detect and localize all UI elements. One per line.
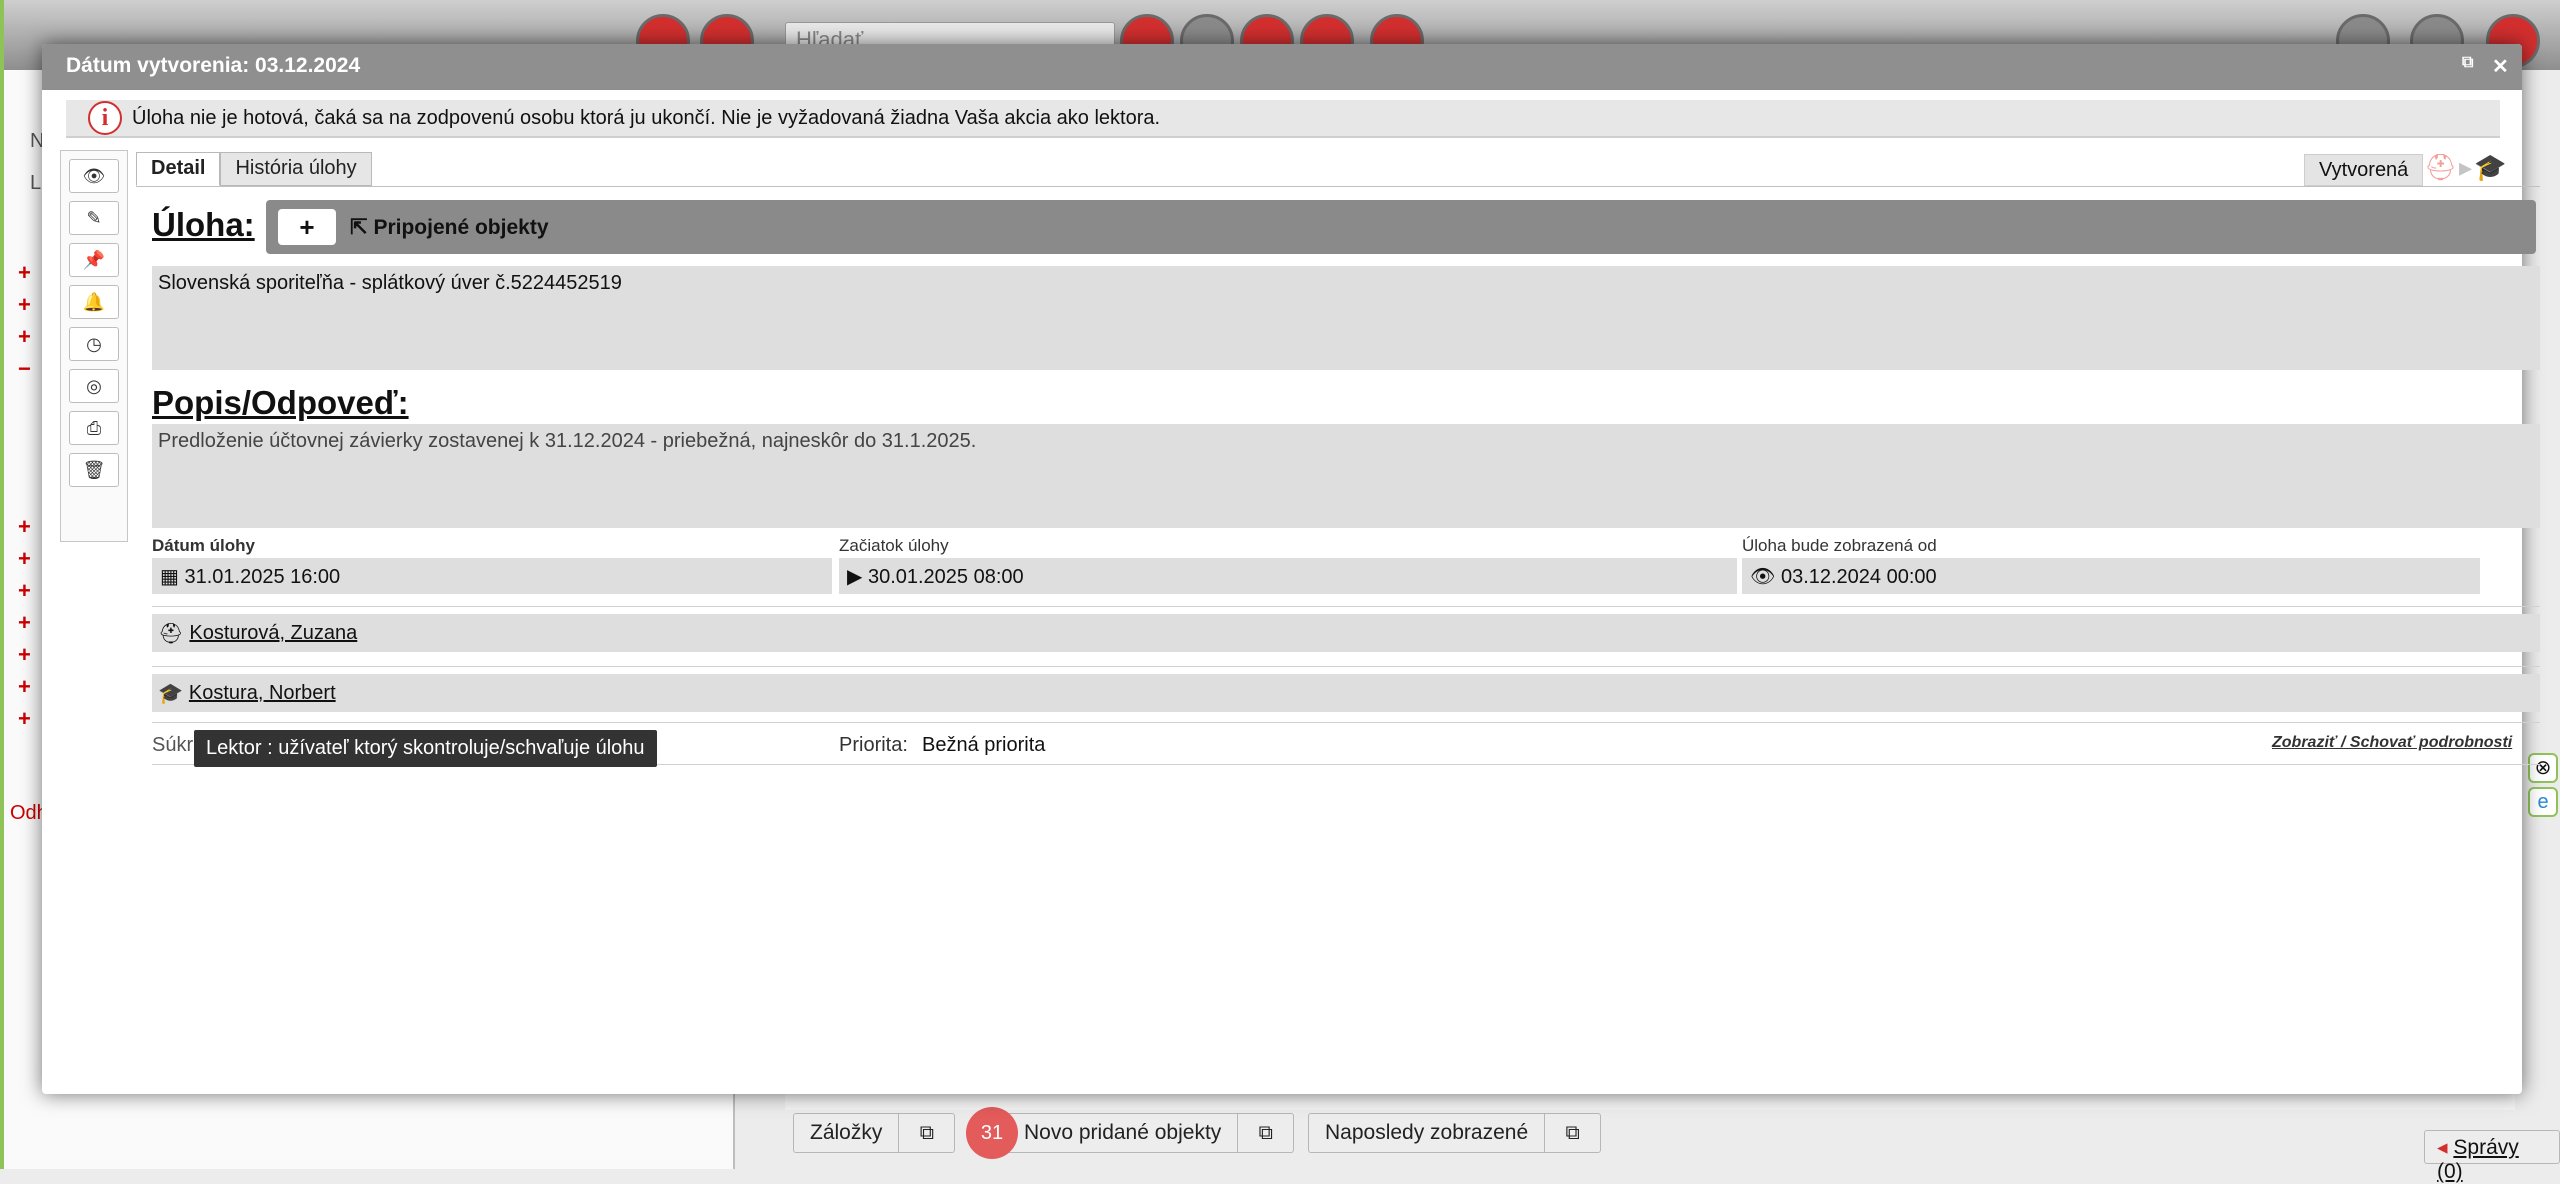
visible-from-value: 03.12.2024 00:00 — [1780, 566, 1937, 588]
description-text: Predloženie účtovnej závierky zostavenej… — [158, 430, 977, 452]
divider — [152, 606, 2540, 607]
divider — [152, 722, 2540, 723]
close-circle-icon[interactable]: ⊗ — [2528, 753, 2558, 783]
expand-icon[interactable]: + — [18, 706, 31, 732]
modal-title: Dátum vytvorenia: 03.12.2024 — [66, 54, 361, 77]
attached-objects-label: Pripojené objekty — [373, 215, 549, 239]
visible-from-label: Úloha bude zobrazená od — [1742, 536, 1937, 555]
task-text[interactable]: Slovenská sporiteľňa - splátkový úver č.… — [152, 266, 2540, 370]
edit-button[interactable]: ✎ — [69, 201, 119, 235]
eye-icon: 👁 — [82, 165, 106, 186]
eye-slash-icon: ◎ — [86, 375, 102, 396]
arrow-left-icon: ◂ — [2437, 1136, 2448, 1159]
status-badge[interactable]: Vytvorená — [2304, 154, 2424, 186]
arrow-right-icon: ▸ — [2459, 152, 2475, 182]
left-accent — [0, 0, 4, 1169]
task-date-field[interactable]: ▦ 31.01.2025 16:00 — [152, 558, 832, 594]
new-objects-label: Novo pridané objekty — [1024, 1121, 1222, 1144]
messages-button[interactable]: ◂ Správy (0) — [2424, 1130, 2560, 1183]
graduation-cap-icon: 🎓 — [158, 682, 183, 705]
task-date-label: Dátum úlohy — [152, 536, 255, 555]
close-icon[interactable]: ✕ — [2492, 54, 2509, 79]
restore-window-icon[interactable]: ⧉ — [2462, 54, 2473, 72]
graduation-cap-icon: 🎓 — [2474, 152, 2509, 182]
new-objects-tab[interactable]: Novo pridané objekty ⧉ — [990, 1113, 1295, 1153]
expand-icon[interactable]: + — [18, 546, 31, 572]
time-button[interactable]: ◷ — [69, 327, 119, 361]
print-button[interactable]: ⎙ — [69, 411, 119, 445]
expand-icon[interactable]: + — [18, 260, 31, 286]
hide-button[interactable]: ◎ — [69, 369, 119, 403]
printer-icon: ⎙ — [86, 417, 102, 438]
edit-icon: ✎ — [86, 207, 102, 228]
expand-icon[interactable]: + — [18, 324, 31, 350]
attached-objects-button[interactable]: ⇱ Pripojené objekty — [350, 215, 549, 240]
worker-icon: ⛑ — [2424, 152, 2460, 182]
new-objects-count-badge: 31 — [966, 1107, 1018, 1159]
external-link-icon: ⇱ — [350, 215, 368, 239]
collapse-icon[interactable]: − — [18, 356, 31, 382]
restore-window-icon[interactable]: ⧉ — [1237, 1114, 1293, 1152]
lector-person-link[interactable]: Kostura, Norbert — [189, 682, 336, 705]
clock-icon: ◷ — [86, 333, 102, 354]
expand-icon[interactable]: + — [18, 514, 31, 540]
description-heading: Popis/Odpoveď: — [152, 384, 409, 421]
left-letter: L — [30, 172, 42, 194]
bookmarks-tab[interactable]: Záložky ⧉ — [793, 1113, 956, 1153]
task-heading: Úloha: — [152, 206, 255, 243]
info-message: Úloha nie je hotová, čaká sa na zodpoven… — [132, 106, 1161, 129]
calendar-icon: ▦ — [160, 566, 179, 588]
priority-label: Priorita: — [839, 734, 908, 756]
start-value: 30.01.2025 08:00 — [867, 566, 1024, 588]
visible-from-field[interactable]: 👁 03.12.2024 00:00 — [1742, 558, 2480, 594]
bell-icon: 🔔 — [82, 291, 106, 312]
attached-objects-bar: + ⇱ Pripojené objekty — [266, 200, 2536, 254]
reminder-button[interactable]: 🔔 — [69, 285, 119, 319]
trash-icon: 🗑 — [82, 459, 106, 480]
modal-titlebar: Dátum vytvorenia: 03.12.2024 ⧉ ✕ — [42, 44, 2522, 90]
expand-icon[interactable]: + — [18, 610, 31, 636]
divider — [152, 666, 2540, 667]
task-detail-modal: Dátum vytvorenia: 03.12.2024 ⧉ ✕ i Úloha… — [42, 44, 2540, 1094]
lector-person-row: 🎓 Kostura, Norbert — [152, 674, 2540, 712]
private-label: Súkr — [152, 734, 194, 756]
eye-icon: 👁 — [1750, 566, 1776, 588]
worker-icon: ⛑ — [158, 622, 184, 645]
expand-icon[interactable]: + — [18, 674, 31, 700]
lector-tooltip: Lektor : užívateľ ktorý skontroluje/schv… — [194, 730, 657, 767]
task-date-value: 31.01.2025 16:00 — [184, 566, 341, 588]
tab-detail[interactable]: Detail — [136, 152, 221, 186]
tab-history[interactable]: História úlohy — [220, 152, 372, 186]
action-toolbar: 👁 ✎ 📌 🔔 ◷ ◎ ⎙ 🗑 — [60, 150, 128, 542]
workflow-status-icons: ⛑▸🎓 — [2424, 152, 2508, 183]
recent-label: Naposledy zobrazené — [1325, 1121, 1529, 1144]
expand-icon[interactable]: + — [18, 642, 31, 668]
modal-tabs: Detail História úlohy — [136, 152, 372, 186]
pin-button[interactable]: 📌 — [69, 243, 119, 277]
restore-window-icon[interactable]: ⧉ — [898, 1114, 954, 1152]
responsible-person-row: ⛑ Kosturová, Zuzana — [152, 614, 2540, 652]
expand-icon[interactable]: + — [18, 578, 31, 604]
description-field[interactable]: Predloženie účtovnej závierky zostavenej… — [152, 424, 2540, 528]
tabs-divider — [136, 186, 2540, 187]
play-icon: ▶ — [847, 566, 863, 588]
info-message-bar: i Úloha nie je hotová, čaká sa na zodpov… — [66, 100, 2500, 138]
messages-label: Správy (0) — [2437, 1136, 2519, 1183]
start-label: Začiatok úlohy — [839, 536, 949, 555]
priority-value[interactable]: Bežná priorita — [922, 734, 1045, 757]
start-field[interactable]: ▶ 30.01.2025 08:00 — [839, 558, 1737, 594]
bookmarks-label: Záložky — [810, 1121, 883, 1144]
recent-tab[interactable]: Naposledy zobrazené ⧉ — [1308, 1113, 1602, 1153]
responsible-person-link[interactable]: Kosturová, Zuzana — [189, 622, 357, 645]
view-button[interactable]: 👁 — [69, 159, 119, 193]
expand-icon[interactable]: + — [18, 292, 31, 318]
info-icon: i — [88, 101, 122, 135]
add-object-button[interactable]: + — [278, 209, 336, 245]
e-icon[interactable]: e — [2528, 787, 2558, 817]
toggle-details-link[interactable]: Zobraziť / Schovať podrobnosti — [2272, 734, 2512, 752]
restore-window-icon[interactable]: ⧉ — [1544, 1114, 1600, 1152]
delete-button[interactable]: 🗑 — [69, 453, 119, 487]
pin-icon: 📌 — [82, 249, 106, 270]
